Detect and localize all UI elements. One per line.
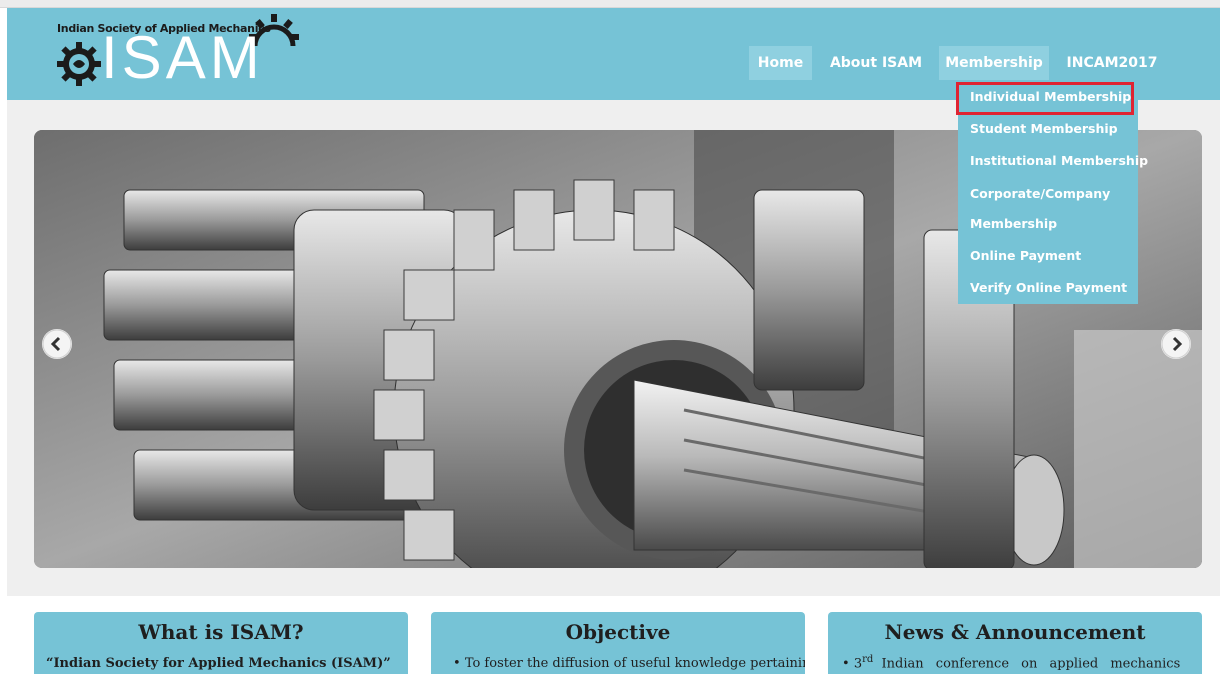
nav-incam2017[interactable]: INCAM2017: [1060, 46, 1164, 80]
nav-membership[interactable]: Membership: [939, 46, 1049, 80]
chevron-right-icon: [1161, 329, 1191, 359]
slider-prev-button[interactable]: [42, 329, 72, 359]
panel-text: “Indian Society for Applied Mechanics (I…: [46, 656, 391, 671]
selection-highlight-box: [956, 82, 1134, 115]
panel-news-announcement: News & Announcement • 3rd Indian confere…: [828, 612, 1202, 674]
dropdown-item-institutional-membership[interactable]: Institutional Membership: [970, 153, 1148, 168]
logo-gear-icon: [57, 42, 101, 86]
dropdown-item-corporate-company[interactable]: Corporate/Company: [970, 186, 1110, 201]
panel-title: What is ISAM?: [138, 620, 304, 644]
bullet-item: To foster the diffusion of useful knowle…: [464, 656, 805, 671]
panel-objective: Objective • To foster the diffusion of u…: [431, 612, 805, 674]
panel-bullet-text: • 3rd Indian conference on applied mecha…: [842, 654, 1181, 672]
ordinal-suffix: rd: [862, 654, 874, 665]
org-short-name: ISAM: [101, 24, 264, 91]
nav-about[interactable]: About ISAM: [824, 46, 928, 80]
nav-home[interactable]: Home: [749, 46, 812, 80]
dropdown-item-corporate-membership[interactable]: Membership: [970, 216, 1057, 231]
panel-title: News & Announcement: [884, 620, 1146, 644]
panel-what-is-isam: What is ISAM? “Indian Society for Applie…: [34, 612, 408, 674]
panel-bullet-text: • To foster the diffusion of useful know…: [453, 656, 805, 671]
chevron-left-icon: [42, 329, 72, 359]
ordinal-number: 3: [853, 656, 863, 672]
browser-top-strip: [0, 0, 1220, 8]
dropdown-item-verify-online-payment[interactable]: Verify Online Payment: [970, 280, 1127, 295]
panel-title: Objective: [565, 620, 671, 644]
dropdown-item-online-payment[interactable]: Online Payment: [970, 248, 1081, 263]
slider-next-button[interactable]: [1161, 329, 1191, 359]
news-item[interactable]: Indian conference on applied mechanics: [882, 656, 1181, 671]
dropdown-item-student-membership[interactable]: Student Membership: [970, 121, 1118, 136]
